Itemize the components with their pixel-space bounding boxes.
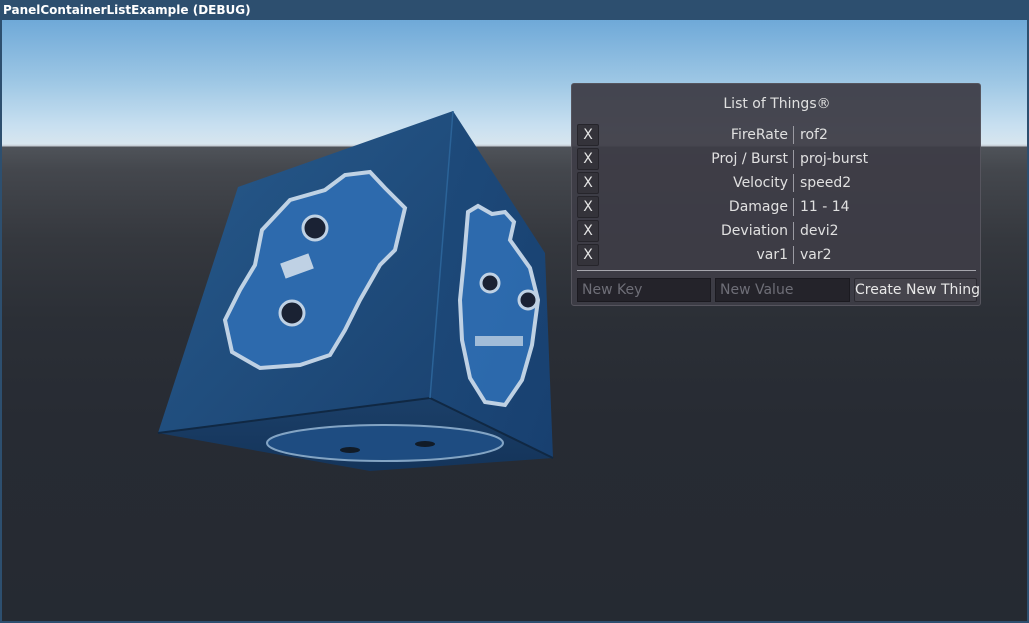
window-title: PanelContainerListExample (DEBUG) <box>0 0 1029 20</box>
row-value: speed2 <box>800 175 852 191</box>
row-value: var2 <box>800 247 832 263</box>
app-window: PanelContainerListExample (DEBUG) List o… <box>0 0 1029 623</box>
delete-row-button[interactable]: X <box>577 196 599 218</box>
row-key: Deviation <box>721 223 788 239</box>
delete-row-button[interactable]: X <box>577 172 599 194</box>
godot-logo-bottom <box>266 424 504 462</box>
panel-separator <box>577 270 976 271</box>
row-key: var1 <box>756 247 788 263</box>
new-key-input[interactable]: New Key <box>577 278 711 302</box>
row-divider <box>793 150 794 168</box>
list-item: X Proj / Burst proj-burst <box>577 148 977 170</box>
row-divider <box>793 174 794 192</box>
delete-row-button[interactable]: X <box>577 244 599 266</box>
row-divider <box>793 246 794 264</box>
delete-row-button[interactable]: X <box>577 148 599 170</box>
panel-title: List of Things® <box>723 96 831 112</box>
list-item: X Damage 11 - 14 <box>577 196 977 218</box>
list-item: X var1 var2 <box>577 244 977 266</box>
row-value: 11 - 14 <box>800 199 850 215</box>
row-divider <box>793 222 794 240</box>
row-value: rof2 <box>800 127 828 143</box>
row-key: FireRate <box>730 127 788 143</box>
row-key: Proj / Burst <box>711 151 788 167</box>
delete-row-button[interactable]: X <box>577 124 599 146</box>
list-panel: List of Things® X FireRate rof2 X Proj /… <box>571 83 981 306</box>
row-divider <box>793 126 794 144</box>
list-item: X FireRate rof2 <box>577 124 977 146</box>
list-item: X Velocity speed2 <box>577 172 977 194</box>
row-divider <box>793 198 794 216</box>
delete-row-button[interactable]: X <box>577 220 599 242</box>
list-item: X Deviation devi2 <box>577 220 977 242</box>
create-new-thing-button[interactable]: Create New Thing <box>854 278 980 302</box>
row-value: proj-burst <box>800 151 869 167</box>
row-value: devi2 <box>800 223 839 239</box>
row-key: Damage <box>728 199 788 215</box>
new-value-input[interactable]: New Value <box>715 278 850 302</box>
row-key: Velocity <box>733 175 788 191</box>
